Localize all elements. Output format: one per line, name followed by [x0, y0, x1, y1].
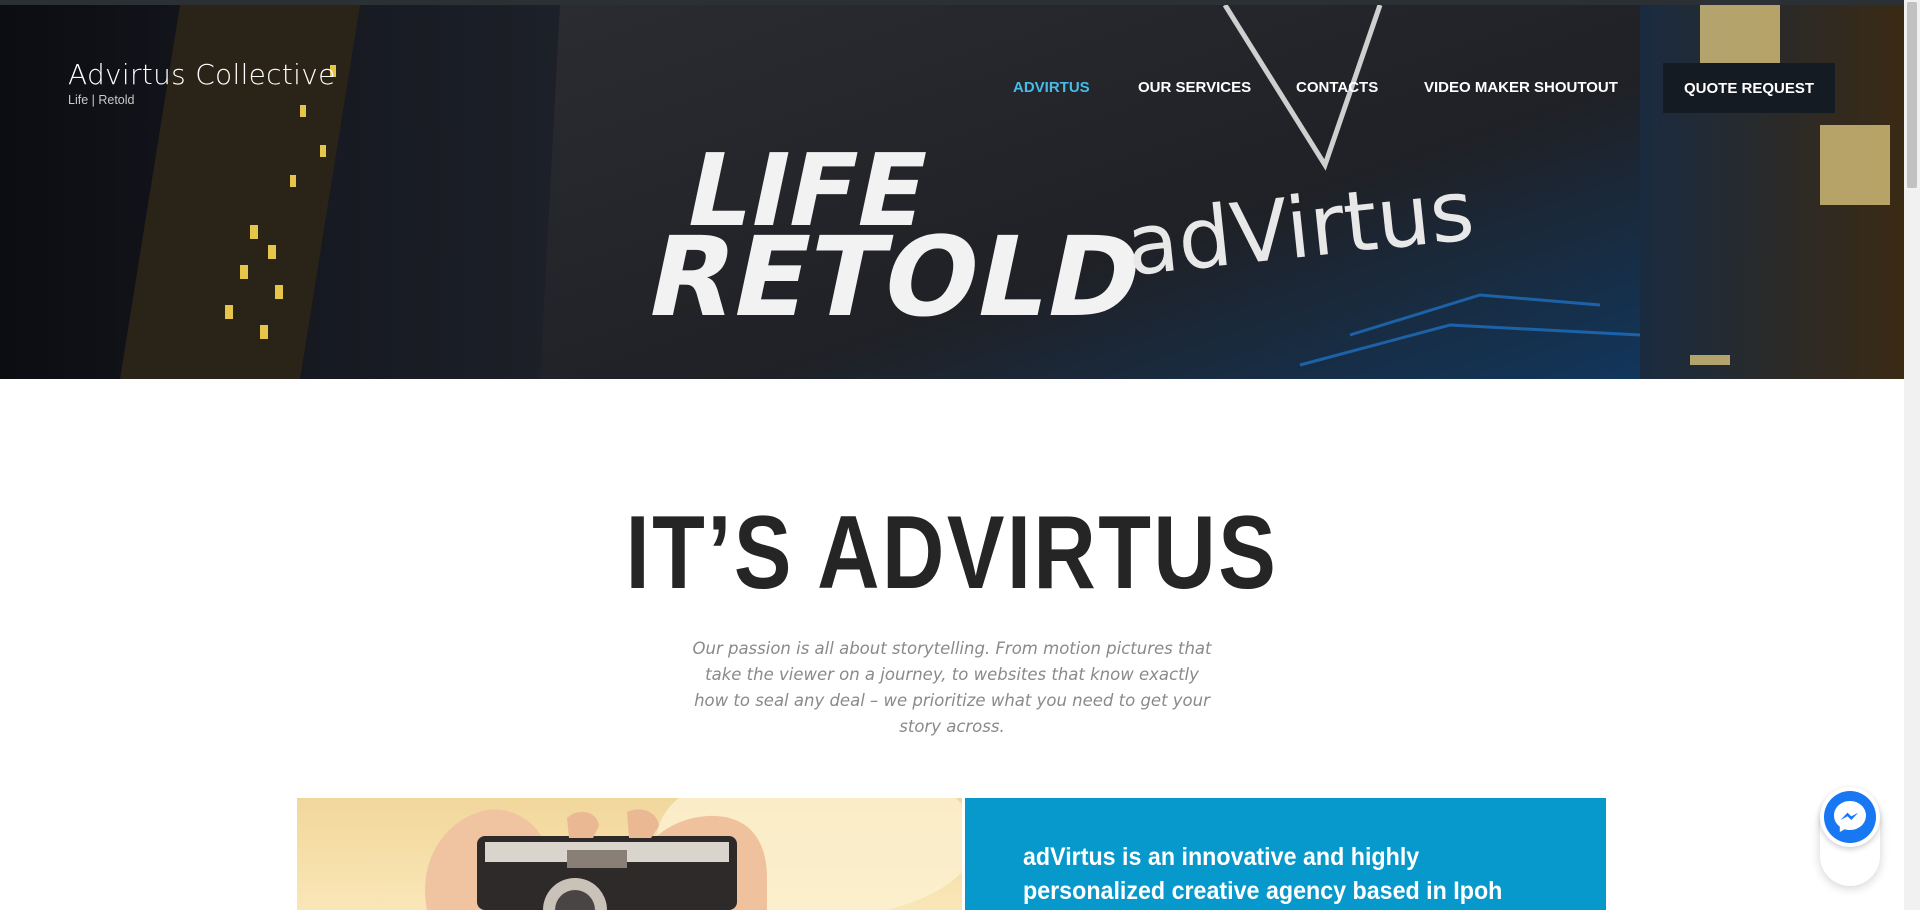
messenger-button[interactable]	[1820, 787, 1880, 847]
intro-paragraph: Our passion is all about storytelling. F…	[692, 639, 1212, 736]
hero-banner: LIFE RETOLD adVirtus Advirtus Collective…	[0, 5, 1904, 379]
quote-request-button[interactable]: QUOTE REQUEST	[1663, 63, 1835, 113]
page-scrollbar[interactable]	[1904, 0, 1920, 910]
nav-item-our-services[interactable]: OUR SERVICES	[1138, 79, 1251, 96]
nav-item-video-maker-shoutout[interactable]: VIDEO MAKER SHOUTOUT	[1424, 79, 1618, 96]
feature-text: adVirtus is an innovative and highly per…	[1023, 843, 1503, 905]
page-headline: IT’S ADVIRTUS	[625, 495, 1279, 611]
nav-item-advirtus[interactable]: ADVIRTUS	[1013, 79, 1090, 96]
feature-box: adVirtus is an innovative and highly per…	[965, 798, 1606, 910]
nav-item-contacts[interactable]: CONTACTS	[1296, 79, 1378, 96]
main-navigation: ADVIRTUS OUR SERVICES CONTACTS VIDEO MAK…	[0, 63, 1904, 113]
messenger-widget	[1818, 782, 1882, 886]
messenger-icon	[1824, 791, 1876, 843]
camera-photo	[297, 798, 962, 910]
scrollbar-thumb[interactable]	[1907, 2, 1917, 188]
hero-slogan-line2: RETOLD	[636, 214, 1153, 342]
